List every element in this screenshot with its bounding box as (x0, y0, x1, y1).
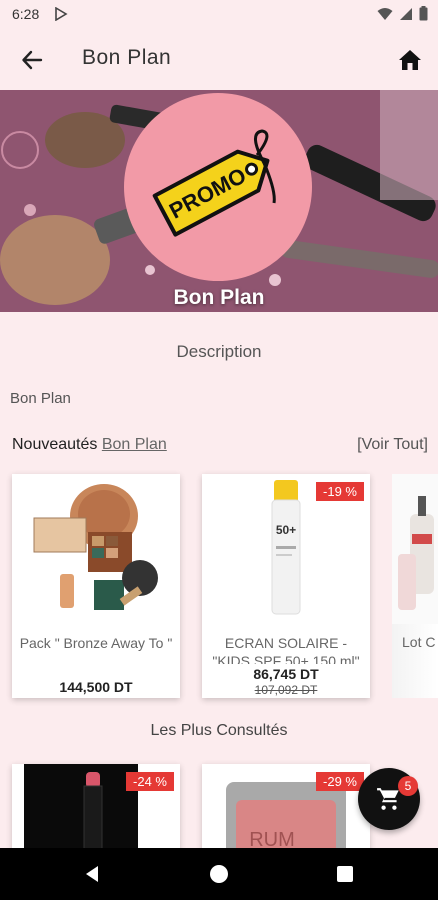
product-card[interactable]: Lot C (392, 474, 438, 698)
discount-badge: -24 % (126, 772, 174, 791)
product-card[interactable]: 50+ -19 % ECRAN SOLAIRE - "KIDS SPF 50+ … (202, 474, 370, 698)
voir-tout-link[interactable]: [Voir Tout] (357, 436, 428, 454)
description-header: Description (176, 342, 262, 361)
product-image (12, 474, 180, 624)
app-bar: Bon Plan (0, 28, 438, 90)
description-body: Bon Plan (10, 390, 71, 407)
play-store-icon (55, 7, 68, 21)
wifi-icon (377, 7, 393, 20)
promo-circle: PROMO (124, 93, 312, 281)
nouveautes-label: Nouveautés (12, 436, 98, 453)
promo-tag-icon: PROMO (152, 129, 276, 237)
home-icon (399, 50, 421, 70)
product-name: Lot C (402, 634, 436, 650)
nav-home-icon[interactable] (210, 865, 228, 883)
back-button[interactable] (18, 46, 46, 74)
svg-text:50+: 50+ (276, 523, 296, 537)
product-old-price: 107,092 DT (254, 683, 318, 697)
plus-consultes-header: Les Plus Consultés (150, 722, 288, 739)
product-image (392, 474, 438, 624)
cart-button[interactable]: 5 (358, 768, 420, 830)
arrow-left-icon (22, 50, 43, 70)
page-title: Bon Plan (82, 46, 172, 69)
product-card[interactable]: Pack " Bronze Away To " 144,500 DT (12, 474, 180, 698)
discount-badge: -19 % (316, 482, 364, 501)
product-price: 144,500 DT (59, 679, 133, 695)
nav-back-icon[interactable] (84, 865, 100, 883)
product-name: Pack " Bronze Away To " (19, 635, 173, 651)
category-banner: PROMO Bon Plan (0, 90, 438, 312)
battery-icon (419, 6, 428, 21)
cart-count-badge: 5 (398, 776, 418, 796)
status-icons (377, 6, 428, 21)
status-time: 6:28 (12, 6, 40, 22)
discount-badge: -29 % (316, 772, 364, 791)
signal-icon (400, 7, 412, 20)
system-nav-bar (0, 848, 438, 900)
nouveautes-category-link[interactable]: Bon Plan (102, 436, 167, 453)
banner-title: Bon Plan (173, 286, 265, 309)
product-name: ECRAN SOLAIRE - "KIDS SPF 50+ 150 ml" (212, 635, 360, 664)
home-button[interactable] (396, 46, 424, 74)
nav-recents-icon[interactable] (337, 866, 353, 882)
status-bar: 6:28 (0, 0, 438, 28)
nouveautes-header: Nouveautés Bon Plan (12, 436, 167, 454)
product-price: 86,745 DT (253, 666, 319, 682)
